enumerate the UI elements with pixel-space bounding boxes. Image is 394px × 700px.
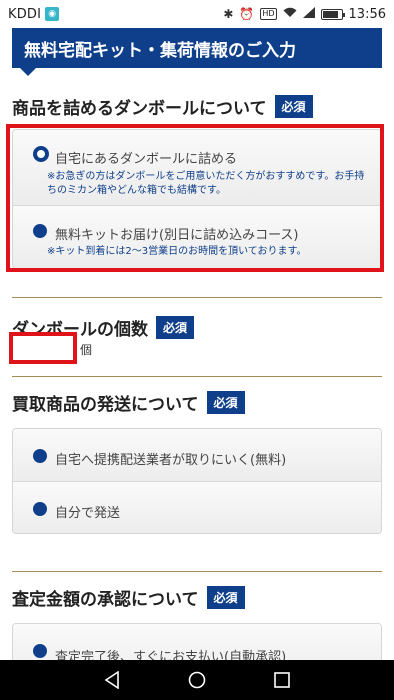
shipping-options-group: 自宅へ提携配送業者が取りにいく(無料) 自分で発送 bbox=[12, 428, 382, 534]
clock: 13:56 bbox=[348, 6, 386, 22]
required-badge: 必須 bbox=[156, 316, 195, 339]
required-badge: 必須 bbox=[274, 95, 313, 118]
recent-apps-icon[interactable] bbox=[267, 665, 297, 695]
signal-icon bbox=[302, 7, 315, 21]
highlight-frame bbox=[6, 124, 384, 272]
back-icon[interactable] bbox=[97, 665, 127, 695]
wifi-icon bbox=[283, 7, 297, 21]
option-label: 自宅へ提携配送業者が取りにいく(無料) bbox=[55, 453, 287, 468]
bluetooth-icon: ✱ bbox=[223, 7, 234, 21]
shipping-section-header: 買取商品の発送について 必須 bbox=[12, 390, 245, 415]
required-badge: 必須 bbox=[206, 586, 245, 609]
approval-section-header: 査定金額の承認について 必須 bbox=[12, 585, 245, 610]
section-divider bbox=[12, 571, 382, 572]
shipping-option-pickup[interactable]: 自宅へ提携配送業者が取りにいく(無料) bbox=[13, 429, 381, 482]
banner-pointer bbox=[20, 68, 36, 76]
radio-icon[interactable] bbox=[33, 502, 47, 516]
carrier-app-icon: ◉ bbox=[45, 7, 60, 21]
count-unit-label: 個 bbox=[80, 343, 93, 357]
alarm-icon: ⏰ bbox=[239, 7, 255, 21]
box-section-header: 商品を詰めるダンボールについて 必須 bbox=[12, 94, 313, 119]
page-banner: 無料宅配キット・集荷情報のご入力 bbox=[12, 28, 382, 68]
status-bar: KDDI ◉ ✱ ⏰ HD 13:56 bbox=[0, 0, 394, 28]
box-section-title: 商品を詰めるダンボールについて bbox=[12, 99, 267, 119]
radio-icon[interactable] bbox=[33, 449, 47, 463]
required-badge: 必須 bbox=[206, 391, 245, 414]
radio-icon[interactable] bbox=[33, 644, 47, 658]
system-nav-bar bbox=[0, 660, 394, 700]
home-icon[interactable] bbox=[182, 665, 212, 695]
section-divider bbox=[12, 376, 382, 377]
shipping-option-self[interactable]: 自分で発送 bbox=[13, 482, 381, 533]
page-title: 無料宅配キット・集荷情報のご入力 bbox=[24, 40, 296, 61]
option-label: 自分で発送 bbox=[55, 506, 121, 521]
battery-icon bbox=[320, 8, 345, 20]
approval-section-title: 査定金額の承認について bbox=[12, 590, 199, 610]
carrier-name: KDDI bbox=[8, 6, 42, 22]
shipping-section-title: 買取商品の発送について bbox=[12, 395, 199, 415]
section-divider bbox=[12, 297, 382, 298]
hd-icon: HD bbox=[260, 8, 277, 20]
highlight-frame bbox=[9, 332, 77, 364]
